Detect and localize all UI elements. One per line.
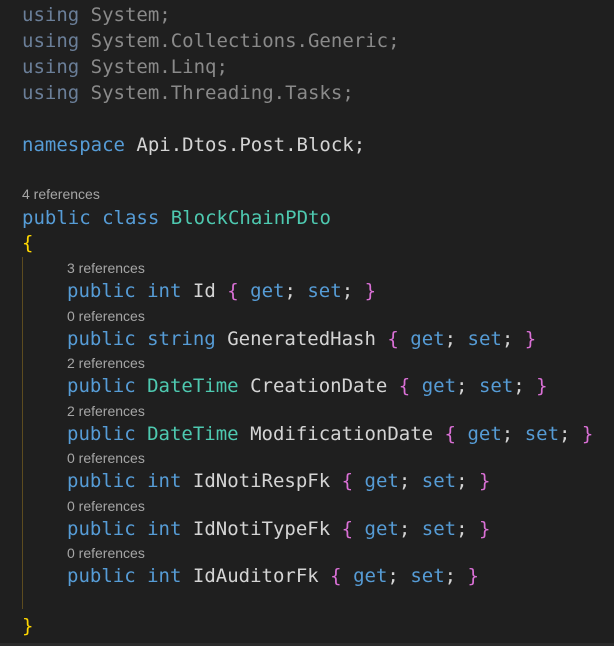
using-line[interactable]: using System.Linq; xyxy=(22,55,228,79)
public-keyword: public xyxy=(67,280,136,302)
type-keyword: int xyxy=(147,565,182,587)
property-line[interactable]: public DateTime CreationDate { get; set;… xyxy=(67,374,548,398)
class-open-brace-line[interactable]: { xyxy=(22,231,33,255)
property-line[interactable]: public int IdNotiTypeFk { get; set; } xyxy=(67,517,490,541)
public-keyword: public xyxy=(67,565,136,587)
indent-guide xyxy=(22,257,23,609)
class-keyword: class xyxy=(102,207,160,229)
set-accessor: set xyxy=(421,518,457,540)
property-name: ModificationDate xyxy=(250,423,434,445)
open-brace: { xyxy=(22,232,34,254)
using-line[interactable]: using System.Collections.Generic; xyxy=(22,29,400,53)
accessor-open-brace: { xyxy=(398,375,411,397)
namespace-name: Api.Dtos.Post.Block xyxy=(136,134,354,156)
public-keyword: public xyxy=(67,518,136,540)
namespace-line[interactable]: namespace Api.Dtos.Post.Block; xyxy=(22,133,365,157)
get-accessor: get xyxy=(353,565,388,587)
using-keyword: using xyxy=(22,4,80,26)
set-accessor: set xyxy=(467,328,502,350)
using-keyword: using xyxy=(22,82,80,104)
type-keyword: int xyxy=(147,280,182,302)
using-namespace: System.Linq xyxy=(90,56,217,78)
get-accessor: get xyxy=(410,328,445,350)
semicolon: ; xyxy=(216,56,228,78)
type-keyword: int xyxy=(147,518,182,540)
type-keyword: string xyxy=(147,328,216,350)
set-accessor: set xyxy=(307,280,342,302)
class-codelens-references[interactable]: 4 references xyxy=(22,185,100,203)
property-codelens-references[interactable]: 0 references xyxy=(67,497,145,515)
code-editor[interactable]: using System; using System.Collections.G… xyxy=(0,0,614,646)
accessor-close-brace: } xyxy=(478,518,491,540)
using-namespace: System xyxy=(90,4,160,26)
public-keyword: public xyxy=(67,328,136,350)
class-name: BlockChainPDto xyxy=(170,207,331,229)
property-codelens-references[interactable]: 0 references xyxy=(67,449,145,467)
property-name: Id xyxy=(192,280,216,302)
using-namespace: System.Threading.Tasks xyxy=(90,82,343,104)
type-name: DateTime xyxy=(147,423,239,445)
get-accessor: get xyxy=(467,423,502,445)
accessor-open-brace: { xyxy=(341,518,354,540)
set-accessor: set xyxy=(478,375,514,397)
property-line[interactable]: public int IdNotiRespFk { get; set; } xyxy=(67,469,490,493)
get-accessor: get xyxy=(250,280,285,302)
property-name: CreationDate xyxy=(250,375,388,397)
get-accessor: get xyxy=(421,375,457,397)
public-keyword: public xyxy=(67,470,136,492)
property-codelens-references[interactable]: 3 references xyxy=(67,259,145,277)
accessor-open-brace: { xyxy=(341,470,354,492)
get-accessor: get xyxy=(364,470,399,492)
using-keyword: using xyxy=(22,30,80,52)
semicolon: ; xyxy=(353,134,366,156)
semicolon: ; xyxy=(388,30,400,52)
close-brace: } xyxy=(22,615,34,637)
class-declaration-line[interactable]: public class BlockChainPDto xyxy=(22,206,331,230)
property-line[interactable]: public int IdAuditorFk { get; set; } xyxy=(67,564,479,588)
property-name: IdNotiRespFk xyxy=(192,470,331,492)
property-name: GeneratedHash xyxy=(227,328,376,350)
property-codelens-references[interactable]: 0 references xyxy=(67,544,145,562)
using-line[interactable]: using System; xyxy=(22,3,171,27)
accessor-close-brace: } xyxy=(364,280,377,302)
class-close-brace-line[interactable]: } xyxy=(22,614,33,638)
accessor-close-brace: } xyxy=(581,423,594,445)
property-line[interactable]: public DateTime ModificationDate { get; … xyxy=(67,422,593,446)
using-namespace: System.Collections.Generic xyxy=(90,30,389,52)
accessor-open-brace: { xyxy=(444,423,456,445)
semicolon: ; xyxy=(342,82,354,104)
type-keyword: int xyxy=(147,470,182,492)
property-codelens-references[interactable]: 0 references xyxy=(67,307,145,325)
property-name: IdNotiTypeFk xyxy=(192,518,331,540)
type-name: DateTime xyxy=(147,375,239,397)
using-keyword: using xyxy=(22,56,80,78)
public-keyword: public xyxy=(67,423,136,445)
set-accessor: set xyxy=(421,470,457,492)
property-line[interactable]: public int Id { get; set; } xyxy=(67,279,376,303)
accessor-open-brace: { xyxy=(387,328,399,350)
property-line[interactable]: public string GeneratedHash { get; set; … xyxy=(67,327,536,351)
set-accessor: set xyxy=(524,423,560,445)
accessor-close-brace: } xyxy=(478,470,491,492)
semicolon: ; xyxy=(159,4,171,26)
public-keyword: public xyxy=(22,207,91,229)
property-codelens-references[interactable]: 2 references xyxy=(67,402,145,420)
accessor-open-brace: { xyxy=(330,565,342,587)
namespace-keyword: namespace xyxy=(22,134,125,156)
accessor-close-brace: } xyxy=(536,375,548,397)
public-keyword: public xyxy=(67,375,136,397)
property-codelens-references[interactable]: 2 references xyxy=(67,354,145,372)
accessor-open-brace: { xyxy=(227,280,239,302)
get-accessor: get xyxy=(364,518,399,540)
set-accessor: set xyxy=(410,565,445,587)
property-name: IdAuditorFk xyxy=(192,565,319,587)
accessor-close-brace: } xyxy=(524,328,537,350)
accessor-close-brace: } xyxy=(467,565,479,587)
using-line[interactable]: using System.Threading.Tasks; xyxy=(22,81,354,105)
